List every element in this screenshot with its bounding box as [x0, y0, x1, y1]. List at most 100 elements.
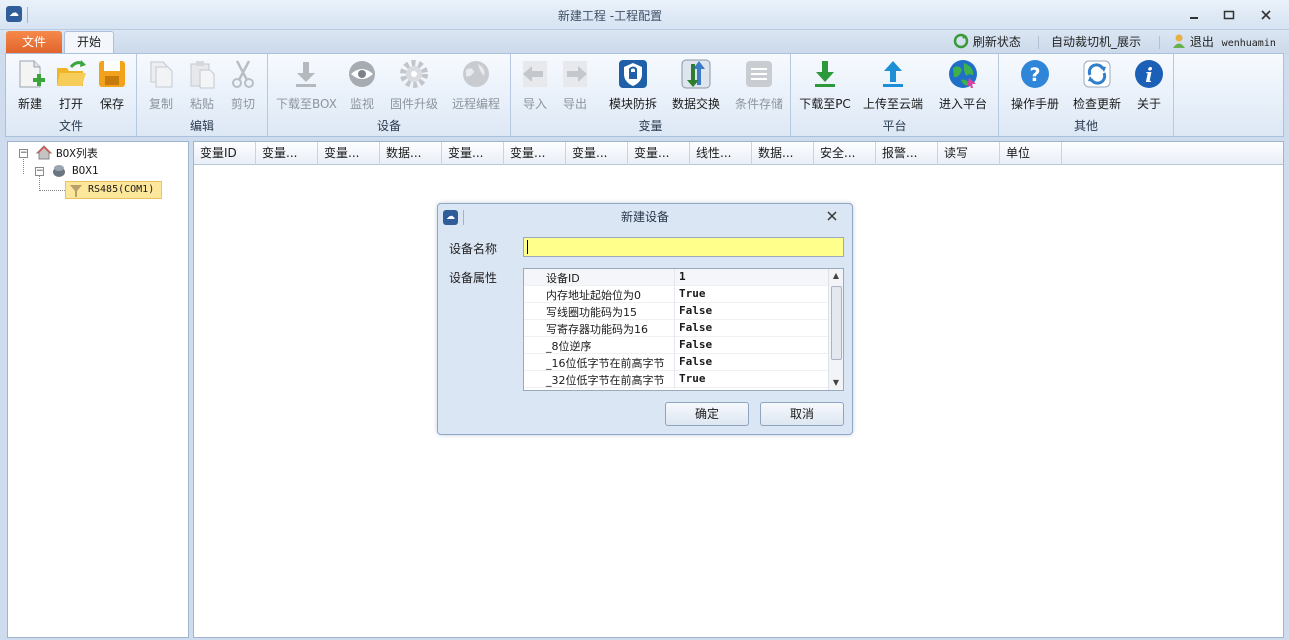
user-icon — [1173, 34, 1185, 48]
shield-lock-icon — [619, 60, 647, 88]
column-header[interactable]: 数据... — [752, 142, 814, 165]
tab-file[interactable]: 文件 — [6, 31, 62, 54]
remote-programming-label: 远程编程 — [451, 97, 500, 111]
scrollbar-thumb[interactable] — [831, 286, 842, 360]
module-anti-tamper-button[interactable]: 模块防拆 — [605, 58, 661, 112]
property-row[interactable]: _32位低字节在前高字节 True — [524, 371, 829, 388]
property-name: 内存地址起始位为0 — [546, 289, 641, 302]
remote-programming-button[interactable]: 远程编程 — [448, 58, 504, 112]
column-header[interactable]: 安全... — [814, 142, 876, 165]
ok-button[interactable]: 确定 — [665, 402, 749, 426]
download-to-pc-label: 下载至PC — [799, 97, 851, 111]
property-name: _8位逆序 — [546, 340, 592, 353]
ribbon-group-label: 编辑 — [189, 119, 214, 133]
divider — [674, 269, 675, 286]
enter-platform-label: 进入平台 — [938, 97, 987, 111]
property-row[interactable]: 写线圈功能码为15 False — [524, 303, 829, 320]
refresh-status-button[interactable]: 刷新状态 — [953, 33, 1021, 51]
tab-start[interactable]: 开始 — [64, 31, 114, 55]
new-label: 新建 — [17, 97, 42, 111]
cut-button[interactable]: 剪切 — [223, 58, 263, 112]
user-manual-label: 操作手册 — [1010, 97, 1059, 111]
download-to-pc-button[interactable]: 下载至PC — [797, 58, 853, 112]
column-header[interactable]: 变量ID — [194, 142, 256, 165]
logout-label: 退出 — [1189, 35, 1214, 49]
check-update-button[interactable]: 检查更新 — [1069, 58, 1125, 112]
cancel-button[interactable]: 取消 — [760, 402, 844, 426]
project-name[interactable]: 自动裁切机_展示 — [1051, 33, 1141, 51]
scroll-down-icon[interactable]: ▼ — [829, 376, 843, 390]
download-to-box-label: 下载至BOX — [276, 97, 337, 111]
minimize-button[interactable] — [1187, 8, 1201, 22]
property-row[interactable]: 设备ID 1 — [524, 269, 829, 286]
firmware-upgrade-button[interactable]: 固件升级 — [386, 58, 442, 112]
monitor-button[interactable]: 监视 — [342, 58, 382, 112]
column-header[interactable]: 变量... — [566, 142, 628, 165]
user-manual-button[interactable]: ? 操作手册 — [1007, 58, 1063, 112]
close-window-button[interactable] — [1259, 8, 1273, 22]
new-button[interactable]: 新建 — [10, 58, 50, 112]
menu-tabs-row: 文件 开始 刷新状态 自动裁切机_展示 退出 wenhuamin — [0, 30, 1289, 55]
refresh-status-icon — [953, 33, 969, 49]
column-header[interactable]: 变量... — [628, 142, 690, 165]
tree-connector — [39, 190, 65, 191]
logout-button[interactable]: 退出 wenhuamin — [1172, 33, 1276, 51]
expand-collapse-toggle[interactable]: − — [35, 167, 44, 176]
column-header[interactable]: 变量... — [318, 142, 380, 165]
property-row[interactable]: _8位逆序 False — [524, 337, 829, 354]
property-row[interactable]: 内存地址起始位为0 True — [524, 286, 829, 303]
import-button[interactable]: 导入 — [517, 58, 553, 112]
ribbon-group-other: ? 操作手册 检查更新 i 关于 其他 — [999, 54, 1174, 136]
conditional-storage-button[interactable]: 条件存储 — [731, 58, 787, 112]
maximize-button[interactable] — [1222, 8, 1236, 22]
property-row[interactable]: _16位低字节在前高字节 False — [524, 354, 829, 371]
property-value: 1 — [679, 270, 686, 283]
divider — [674, 303, 675, 320]
paste-button[interactable]: 粘贴 — [182, 58, 222, 112]
export-arrow-icon — [563, 61, 587, 87]
export-button[interactable]: 导出 — [557, 58, 593, 112]
property-row[interactable]: 写寄存器功能码为16 False — [524, 320, 829, 337]
column-header[interactable]: 变量... — [504, 142, 566, 165]
module-anti-tamper-label: 模块防拆 — [608, 97, 657, 111]
ribbon-toolbar: 新建 打开 保存 文件 复制 粘贴 剪切 编辑 下载至BOX 监视 固件升级 远… — [5, 53, 1284, 137]
help-icon: ? — [1021, 60, 1049, 88]
property-value: False — [679, 304, 713, 317]
device-name-label: 设备名称 — [449, 242, 498, 256]
tree-root-box-list[interactable]: BOX列表 — [56, 145, 98, 161]
save-button[interactable]: 保存 — [92, 58, 132, 112]
properties-scrollbar[interactable]: ▲ ▼ — [828, 269, 843, 390]
upload-to-cloud-button[interactable]: 上传至云端 — [861, 58, 925, 112]
data-exchange-button[interactable]: 数据交换 — [668, 58, 724, 112]
column-header[interactable]: 读写 — [938, 142, 1000, 165]
device-properties-grid: 设备ID 1 内存地址起始位为0 True 写线圈功能码为15 False 写寄… — [523, 268, 844, 391]
column-header[interactable]: 变量... — [442, 142, 504, 165]
property-name: 写线圈功能码为15 — [546, 306, 637, 319]
title-bar: ☁ 新建工程 -工程配置 — [0, 0, 1289, 30]
about-button[interactable]: i 关于 — [1129, 58, 1169, 112]
export-label: 导出 — [562, 97, 587, 111]
copy-button[interactable]: 复制 — [141, 58, 181, 112]
open-button[interactable]: 打开 — [51, 58, 91, 112]
column-header[interactable]: 单位 — [1000, 142, 1062, 165]
device-name-input[interactable] — [523, 237, 844, 257]
box-device-icon — [53, 165, 65, 177]
refresh-icon — [1083, 60, 1111, 88]
scroll-up-icon[interactable]: ▲ — [829, 269, 843, 283]
globe-icon — [463, 61, 489, 87]
tree-item-box1[interactable]: BOX1 — [72, 164, 99, 177]
new-device-dialog: ☁ 新建设备 设备名称 设备属性 设备ID 1 内存地址起始位为0 True 写… — [437, 203, 853, 435]
tree-item-rs485[interactable]: RS485(COM1) — [65, 181, 162, 199]
column-header[interactable]: 数据... — [380, 142, 442, 165]
column-header[interactable]: 线性... — [690, 142, 752, 165]
property-name: 写寄存器功能码为16 — [546, 323, 648, 336]
text-caret — [527, 240, 528, 254]
enter-platform-button[interactable]: 进入平台 — [935, 58, 991, 112]
column-header[interactable]: 变量... — [256, 142, 318, 165]
dialog-close-button[interactable] — [826, 210, 838, 226]
download-to-box-button[interactable]: 下载至BOX — [276, 58, 337, 112]
divider — [674, 354, 675, 371]
column-header[interactable]: 报警... — [876, 142, 938, 165]
ribbon-group-file: 新建 打开 保存 文件 — [6, 54, 137, 136]
expand-collapse-toggle[interactable]: − — [19, 149, 28, 158]
